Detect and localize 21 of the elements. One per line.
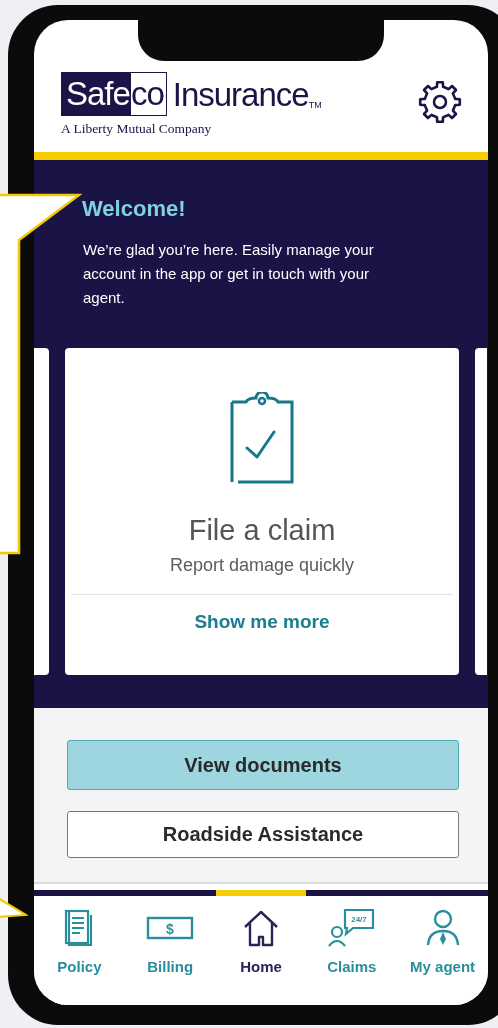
person-icon: [424, 908, 461, 948]
logo-wordmark: Safeco InsuranceTM: [61, 72, 322, 116]
card[interactable]: [34, 348, 49, 675]
view-documents-button[interactable]: View documents: [67, 740, 459, 790]
show-more-link[interactable]: Show me more: [194, 611, 330, 633]
logo-tagline: A Liberty Mutual Company: [61, 121, 213, 137]
card-subtitle: Report damage quickly: [169, 555, 355, 576]
tab-item[interactable]: My agent: [397, 890, 488, 1005]
clipboard-check-icon: [228, 392, 296, 484]
callout-pointer: [0, 897, 28, 919]
roadside-button[interactable]: Roadside Assistance: [67, 811, 459, 858]
welcome-title: Welcome!: [82, 196, 186, 222]
tab-item[interactable]: Policy: [34, 890, 125, 1005]
tab-item[interactable]: $ Billing: [124, 890, 216, 1005]
settings-icon[interactable]: [418, 80, 462, 124]
card[interactable]: [475, 348, 487, 675]
home-icon: [242, 908, 280, 948]
tab-item[interactable]: Home: [215, 890, 307, 1005]
tab-item[interactable]: 24/7 Claims: [306, 890, 398, 1005]
card-title: File a claim: [188, 514, 336, 547]
welcome-message: We’re glad you’re here. Easily manage your account in the app or get in touch with your agent.: [83, 240, 375, 308]
